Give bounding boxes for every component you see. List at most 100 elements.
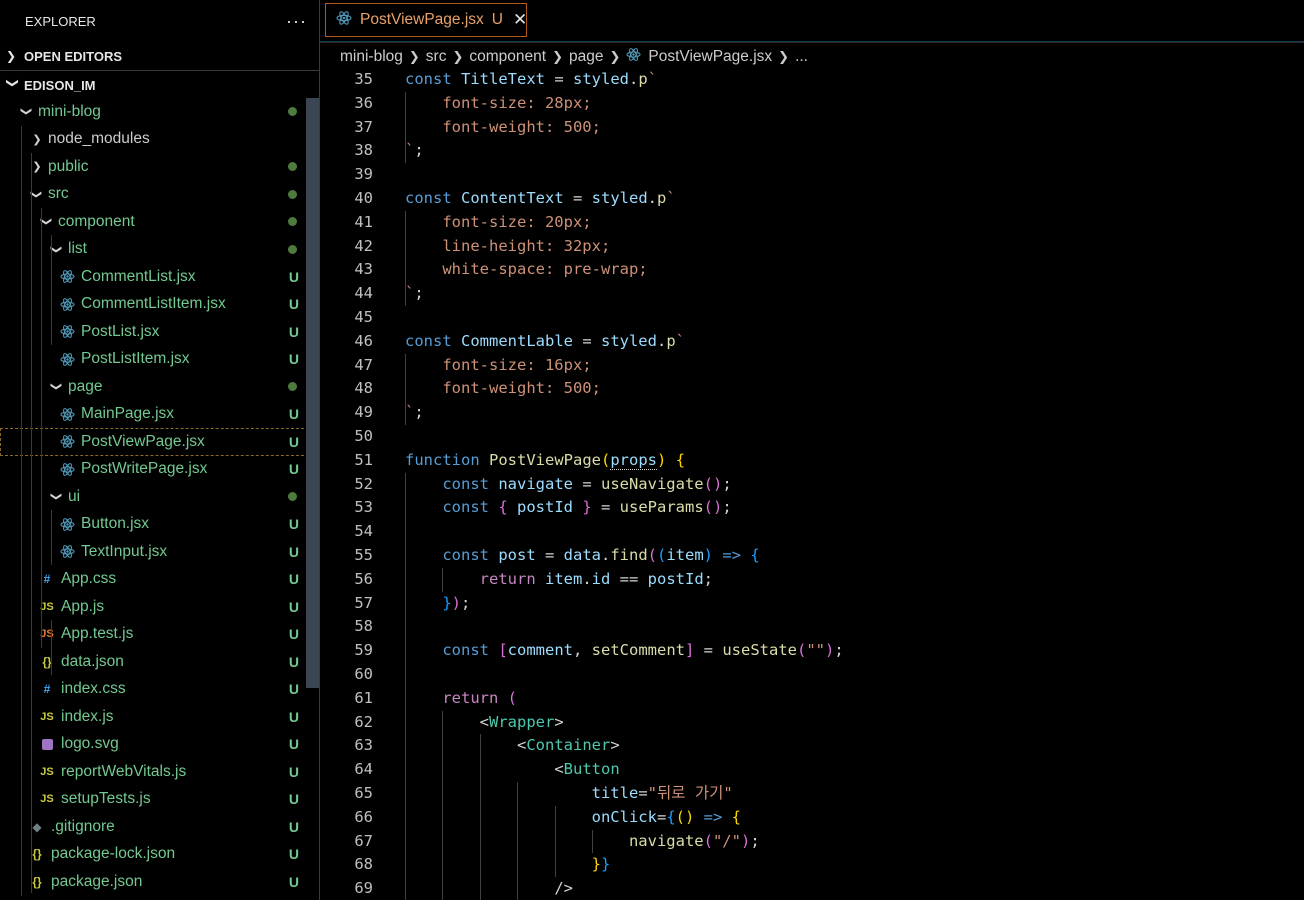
breadcrumb-item[interactable]: PostViewPage.jsx bbox=[648, 48, 772, 66]
tree-item-label: logo.svg bbox=[61, 735, 119, 753]
indent-guide bbox=[517, 782, 519, 900]
untracked-badge: U bbox=[288, 818, 299, 835]
code-token: navigate bbox=[628, 831, 704, 850]
tree-item-label: index.css bbox=[61, 680, 126, 698]
line-number: 39 bbox=[354, 165, 373, 184]
code-token: styled bbox=[573, 70, 629, 88]
code-token: = bbox=[694, 641, 723, 660]
tree-item[interactable]: ❯ mini-blog bbox=[0, 98, 319, 126]
tree-item[interactable]: ❯ page bbox=[0, 373, 319, 401]
tree-item[interactable]: ❯ src bbox=[0, 181, 319, 209]
react-icon bbox=[336, 10, 352, 31]
tree-item[interactable]: ❯ public bbox=[0, 153, 319, 181]
breadcrumb-item[interactable]: ... bbox=[795, 48, 808, 66]
tree-item-label: Button.jsx bbox=[81, 515, 150, 533]
code-token: < bbox=[479, 712, 489, 731]
line-number: 43 bbox=[354, 260, 373, 279]
tree-item[interactable]: # App.css U bbox=[0, 566, 319, 594]
tree-item[interactable]: PostWritePage.jsx U bbox=[0, 456, 319, 484]
code-line: 60 bbox=[320, 663, 1304, 687]
code-token: . bbox=[656, 331, 667, 350]
breadcrumb: mini-blog ❯ src ❯ component ❯ page ❯ PostViewPag… bbox=[320, 43, 1304, 71]
tree-item[interactable]: {} data.json U bbox=[0, 648, 319, 676]
tree-item[interactable]: TextInput.jsx U bbox=[0, 538, 319, 566]
code-token: { bbox=[675, 450, 686, 469]
code-line: 57 }); bbox=[320, 592, 1304, 616]
tree-item[interactable]: # index.css U bbox=[0, 676, 319, 704]
code-line: 65 title="뒤로 가기" bbox=[320, 782, 1304, 806]
line-number: 55 bbox=[354, 546, 373, 564]
code-text: `; bbox=[405, 139, 424, 163]
code-text: const [comment, setComment] = useState("… bbox=[405, 639, 843, 663]
tree-item[interactable]: ◆ .gitignore U bbox=[0, 813, 319, 841]
line-number: 42 bbox=[354, 236, 373, 255]
tree-item[interactable]: PostViewPage.jsx U bbox=[0, 428, 319, 456]
tree-item[interactable]: CommentListItem.jsx U bbox=[0, 291, 319, 319]
untracked-badge: U bbox=[288, 763, 299, 780]
tree-item[interactable]: ❯ ui bbox=[0, 483, 319, 511]
tree-item[interactable]: ❯ list bbox=[0, 236, 319, 264]
code-line: 67 navigate("/"); bbox=[320, 830, 1304, 854]
tree-item[interactable]: CommentList.jsx U bbox=[0, 263, 319, 291]
indent-guide bbox=[51, 620, 52, 675]
code-line: 51 function PostViewPage(props) { bbox=[320, 449, 1304, 473]
tree-item[interactable]: logo.svg U bbox=[0, 731, 319, 759]
breadcrumb-item[interactable]: page bbox=[569, 48, 603, 66]
indent-guide bbox=[405, 91, 406, 164]
indent-guide bbox=[41, 208, 42, 648]
untracked-badge: U bbox=[288, 406, 299, 423]
code-line: 58 bbox=[320, 615, 1304, 639]
line-number: 40 bbox=[354, 189, 373, 207]
workspace-section[interactable]: ❯ EDISON_IM bbox=[0, 71, 319, 99]
chevron-right-icon: ❯ bbox=[32, 133, 42, 146]
code-token: ` bbox=[405, 284, 415, 303]
tree-item-label: CommentListItem.jsx bbox=[81, 295, 226, 313]
tree-item[interactable]: JS index.js U bbox=[0, 703, 319, 731]
code-token: find bbox=[610, 546, 648, 564]
more-actions-icon[interactable]: ··· bbox=[286, 11, 307, 32]
breadcrumb-item[interactable]: component bbox=[469, 48, 546, 66]
code-token: == bbox=[610, 569, 648, 588]
code-text: title="뒤로 가기" bbox=[405, 782, 733, 806]
code-editor[interactable]: 35 const TitleText = styled.p` 36 font-siz… bbox=[320, 68, 1304, 900]
line-number: 66 bbox=[354, 807, 373, 826]
code-token: TitleText bbox=[461, 70, 545, 88]
code-token: = bbox=[591, 498, 620, 517]
tree-item[interactable]: JS App.js U bbox=[0, 593, 319, 621]
tree-item[interactable]: JS App.test.js U bbox=[0, 621, 319, 649]
code-token: ] bbox=[685, 641, 695, 660]
sidebar-scrollbar[interactable] bbox=[306, 98, 319, 688]
tree-item[interactable]: ❯ component bbox=[0, 208, 319, 236]
tree-item-label: page bbox=[68, 377, 103, 395]
breadcrumb-item[interactable]: src bbox=[426, 48, 447, 66]
react-icon bbox=[58, 269, 76, 284]
line-number: 62 bbox=[354, 712, 373, 731]
code-token: ( bbox=[657, 546, 667, 564]
tree-item[interactable]: JS setupTests.js U bbox=[0, 786, 319, 814]
tab-postviewpage[interactable]: PostViewPage.jsx U ✕ bbox=[325, 3, 527, 37]
breadcrumb-item[interactable]: mini-blog bbox=[340, 48, 403, 66]
tree-item[interactable]: PostListItem.jsx U bbox=[0, 346, 319, 374]
code-token: { bbox=[750, 546, 760, 564]
code-token: () bbox=[703, 474, 723, 493]
code-line: 49 `; bbox=[320, 401, 1304, 425]
open-editors-section[interactable]: ❯ OPEN EDITORS bbox=[0, 42, 319, 71]
tree-item[interactable]: {} package.json U bbox=[0, 868, 319, 896]
tree-item[interactable]: MainPage.jsx U bbox=[0, 401, 319, 429]
code-text: function PostViewPage(props) { bbox=[405, 449, 685, 473]
tree-item[interactable]: Button.jsx U bbox=[0, 511, 319, 539]
tree-item[interactable]: JS reportWebVitals.js U bbox=[0, 758, 319, 786]
chevron-down-icon: ❯ bbox=[20, 107, 33, 117]
close-icon[interactable]: ✕ bbox=[513, 10, 527, 30]
tree-item[interactable]: ❯ node_modules bbox=[0, 126, 319, 154]
code-token: ) bbox=[703, 546, 714, 564]
tree-item[interactable]: {} package-lock.json U bbox=[0, 841, 319, 869]
tree-item[interactable]: PostList.jsx U bbox=[0, 318, 319, 346]
code-line: 62 <Wrapper> bbox=[320, 711, 1304, 735]
code-token: { bbox=[666, 807, 676, 826]
tree-item-label: .gitignore bbox=[51, 817, 115, 835]
code-token: < bbox=[554, 760, 564, 779]
